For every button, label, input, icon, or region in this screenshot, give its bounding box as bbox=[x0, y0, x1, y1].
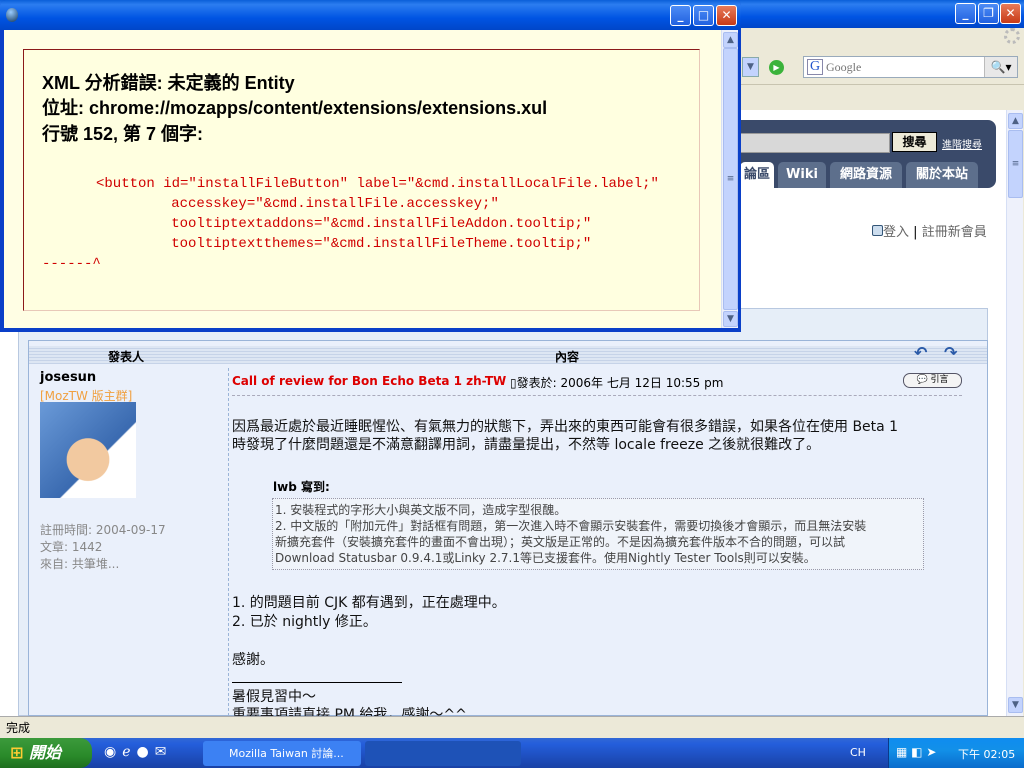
signature-line: 暑假見習中～ bbox=[232, 689, 316, 705]
dialog-scroll-thumb[interactable]: ≡ bbox=[723, 48, 738, 310]
toolbar-divider bbox=[740, 84, 1024, 85]
google-search-box[interactable]: G 🔍▾ bbox=[803, 56, 1018, 78]
dialog-maximize-button[interactable]: □ bbox=[693, 5, 714, 26]
post-date: ▯發表於: 2006年 七月 12日 10:55 pm bbox=[510, 374, 723, 391]
author-posts: 文章: 1442 bbox=[40, 540, 103, 554]
tray-icons: ▦ ◧ ➤ bbox=[896, 745, 936, 759]
error-location: 位址: chrome://mozapps/content/extensions/… bbox=[42, 98, 548, 118]
register-link[interactable]: 註冊新會員 bbox=[922, 225, 987, 240]
login-link[interactable]: 登入 bbox=[883, 225, 909, 240]
tab-wiki[interactable]: Wiki bbox=[778, 162, 826, 188]
task-error-window[interactable] bbox=[365, 741, 521, 766]
go-button[interactable]: ▶ bbox=[769, 60, 784, 75]
quote-line: Download Statusbar 0.9.4.1或Linky 2.7.1等已… bbox=[275, 551, 816, 565]
advanced-search-link[interactable]: 進階搜尋 bbox=[942, 136, 982, 151]
network-icon[interactable]: ▦ bbox=[896, 745, 907, 759]
signature-line: 重要事項請直接 PM 給我，感謝～^^ bbox=[232, 707, 467, 716]
dialog-scroll-up[interactable]: ▲ bbox=[723, 32, 738, 48]
error-title: XML 分析錯誤: 未定義的 Entity bbox=[42, 73, 295, 93]
ie-icon[interactable]: ℯ bbox=[122, 744, 136, 760]
source-line: tooltiptextthemes="&cmd.installFileTheme… bbox=[104, 236, 592, 252]
quote-line: 2. 中文版的「附加元件」對話框有問題，第一次進入時不會顯示安裝套件，需要切換後… bbox=[275, 519, 867, 533]
scroll-down-button[interactable]: ▼ bbox=[1008, 697, 1023, 713]
author-joined: 註冊時間: 2004-09-17 bbox=[40, 523, 166, 537]
firefox-launch-icon[interactable]: ● bbox=[137, 744, 155, 760]
search-input[interactable] bbox=[826, 59, 981, 75]
start-label: 開始 bbox=[28, 743, 61, 762]
language-indicator[interactable]: CH bbox=[850, 746, 866, 759]
header-author: 發表人 bbox=[108, 350, 145, 364]
quote-button[interactable]: 💬 引言 bbox=[903, 373, 962, 388]
forward-arrow-icon[interactable]: ↷ bbox=[944, 343, 957, 362]
quote-line: 新擴充套件（安裝擴充套件的畫面不會出現）；英文版是正常的。不是因為擴充套件版本不… bbox=[275, 535, 846, 549]
post-title[interactable]: Call of review for Bon Echo Beta 1 zh-TW bbox=[232, 374, 506, 388]
source-line: <button id="installFileButton" label="&c… bbox=[96, 176, 659, 192]
quote-author: lwb 寫到: bbox=[273, 480, 330, 494]
author-name[interactable]: josesun bbox=[40, 370, 96, 385]
separator: | bbox=[913, 225, 918, 240]
signature-divider bbox=[232, 682, 402, 683]
login-links: 登入 | 註冊新會員 bbox=[872, 221, 987, 240]
url-dropdown-button[interactable]: ▼ bbox=[742, 57, 759, 77]
back-arrow-icon[interactable]: ↶ bbox=[914, 343, 927, 362]
volume-icon[interactable]: ◧ bbox=[911, 745, 922, 759]
dialog-close-button[interactable]: ✕ bbox=[716, 5, 737, 26]
post-date-text: 發表於: 2006年 七月 12日 10:55 pm bbox=[516, 376, 724, 390]
source-line: accesskey="&cmd.installFile.accesskey;" bbox=[104, 196, 499, 212]
tab-forum[interactable]: 論區 bbox=[740, 162, 774, 188]
post-body-line: 因爲最近處於最近睡眠惺忪、有氣無力的狀態下，弄出來的東西可能會有很多錯誤，如果各… bbox=[232, 419, 899, 435]
login-icon bbox=[872, 225, 883, 236]
tab-web-resources[interactable]: 網路資源 bbox=[830, 162, 902, 188]
quote-line: 1. 安裝程式的字形大小與英文版不同，造成字型很醜。 bbox=[275, 503, 567, 517]
tab-about[interactable]: 關於本站 bbox=[906, 162, 978, 188]
thunderbird-icon[interactable]: ✉ bbox=[155, 744, 173, 760]
site-search-input[interactable] bbox=[740, 133, 890, 153]
dialog-minimize-button[interactable]: _ bbox=[670, 5, 691, 26]
error-line-info: 行號 152, 第 7 個字: bbox=[42, 124, 204, 144]
windows-logo-icon: ⊞ bbox=[10, 743, 24, 762]
quick-launch: ◉ℯ●✉ bbox=[104, 744, 172, 760]
author-location: 來自: 共筆堆... bbox=[40, 557, 120, 571]
throbber-icon bbox=[1004, 28, 1020, 44]
post-icon: ▯ bbox=[510, 376, 517, 390]
error-window-title-bar bbox=[0, 0, 741, 30]
quote-box: 1. 安裝程式的字形大小與英文版不同，造成字型很醜。 2. 中文版的「附加元件」… bbox=[272, 498, 924, 570]
dialog-scrollbar[interactable]: ▲ ≡ ▼ bbox=[721, 30, 738, 328]
close-button[interactable]: ✕ bbox=[1000, 3, 1021, 24]
quote-label: 引言 bbox=[930, 375, 949, 385]
restore-button[interactable]: ❐ bbox=[978, 3, 999, 24]
status-bar: 完成 bbox=[0, 716, 1024, 738]
thanks-text: 感謝。 bbox=[232, 652, 274, 668]
task-mozilla-taiwan[interactable]: Mozilla Taiwan 討論... bbox=[203, 741, 361, 766]
reply-line: 2. 已於 nightly 修正。 bbox=[232, 614, 377, 630]
media-player-icon[interactable]: ◉ bbox=[104, 744, 122, 760]
page-scrollbar[interactable]: ▲ ≡ ▼ bbox=[1006, 110, 1023, 716]
table-header bbox=[29, 346, 987, 364]
google-icon: G bbox=[807, 59, 823, 75]
title-divider bbox=[232, 395, 962, 396]
site-search-button[interactable]: 搜尋 bbox=[892, 132, 937, 152]
avatar bbox=[40, 402, 136, 498]
post-body-line: 時發現了什麼問題還是不滿意翻譯用詞，請盡量提出，不然等 locale freez… bbox=[232, 437, 821, 453]
dialog-scroll-down[interactable]: ▼ bbox=[723, 311, 738, 327]
header-content: 內容 bbox=[555, 350, 580, 364]
source-line: tooltiptextaddons="&cmd.installFileAddon… bbox=[104, 216, 592, 232]
minimize-button[interactable]: _ bbox=[955, 3, 976, 24]
clock: 下午 02:05 bbox=[958, 748, 1016, 761]
search-icon[interactable]: 🔍▾ bbox=[984, 57, 1017, 77]
scroll-up-button[interactable]: ▲ bbox=[1008, 113, 1023, 129]
reply-line: 1. 的問題目前 CJK 都有遇到，正在處理中。 bbox=[232, 595, 506, 611]
column-divider bbox=[228, 368, 229, 716]
task-label: Mozilla Taiwan 討論... bbox=[229, 747, 344, 760]
firefox-icon bbox=[6, 8, 18, 22]
scroll-thumb[interactable]: ≡ bbox=[1008, 130, 1023, 198]
error-pointer: ------^ bbox=[42, 256, 101, 272]
quote-icon: 💬 bbox=[916, 375, 928, 385]
start-button[interactable]: ⊞ 開始 bbox=[0, 738, 92, 768]
update-icon[interactable]: ➤ bbox=[926, 745, 936, 759]
